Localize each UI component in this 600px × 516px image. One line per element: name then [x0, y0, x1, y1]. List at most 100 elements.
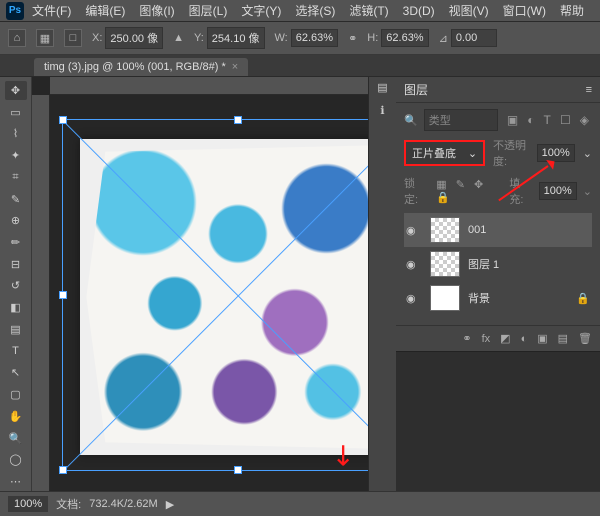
close-tab-icon[interactable]: ×	[232, 61, 238, 73]
stamp-tool-icon[interactable]: ⊟	[5, 255, 27, 274]
anchor-grid-icon[interactable]: ▦	[36, 29, 54, 47]
shape-tool-icon[interactable]: ▢	[5, 385, 27, 404]
layer-mask-icon[interactable]: ◩	[500, 332, 510, 345]
adjustment-layer-icon[interactable]: ◐	[521, 333, 528, 345]
layers-panel-footer: ⚭ fx ◩ ◐ ▣ ▤ 🗑	[396, 325, 600, 351]
brush-tool-icon[interactable]: ✏	[5, 233, 27, 252]
heal-tool-icon[interactable]: ⊕	[5, 211, 27, 230]
filter-pixel-icon[interactable]: ▣	[504, 113, 521, 127]
visibility-icon[interactable]: ◉	[406, 292, 422, 305]
wand-tool-icon[interactable]: ✦	[5, 146, 27, 165]
lock-all-icon[interactable]: 🔒	[433, 192, 453, 204]
visibility-icon[interactable]: ◉	[406, 258, 422, 271]
more-tool-icon[interactable]: ⋯	[5, 472, 27, 491]
layer-name[interactable]: 图层 1	[468, 256, 499, 272]
lock-transparent-icon[interactable]: ▦	[433, 179, 449, 191]
transform-handle-ml[interactable]	[59, 291, 67, 299]
w-value[interactable]: 62.63%	[291, 29, 338, 47]
panel-menu-icon[interactable]: ≡	[586, 84, 592, 96]
chevron-down-icon: ⌄	[468, 147, 477, 160]
h-label: H:	[367, 32, 378, 44]
menu-window[interactable]: 窗口(W)	[497, 0, 552, 21]
chevron-down-icon[interactable]: ⌄	[583, 147, 592, 160]
x-value[interactable]: 250.00 像	[105, 27, 163, 49]
y-label: Y:	[194, 32, 204, 44]
crop-tool-icon[interactable]: ⌗	[5, 168, 27, 187]
zoom-tool-icon[interactable]: 🔍	[5, 429, 27, 448]
link-xy-icon[interactable]: ▲	[173, 32, 184, 44]
marquee-tool-icon[interactable]: ▭	[5, 103, 27, 122]
document-tab[interactable]: timg (3).jpg @ 100% (001, RGB/8#) * ×	[34, 58, 248, 76]
gradient-tool-icon[interactable]: ▤	[5, 320, 27, 339]
delete-layer-icon[interactable]: 🗑	[578, 332, 592, 345]
field-angle: ⊿ 0.00	[439, 29, 497, 47]
relative-icon[interactable]: □	[64, 29, 82, 47]
status-arrow-icon[interactable]: ▶	[166, 498, 174, 511]
group-layers-icon[interactable]: ▣	[537, 332, 547, 345]
info-panel-icon[interactable]: ℹ	[380, 104, 384, 117]
layer-row[interactable]: ◉ 图层 1	[404, 247, 592, 281]
app-logo: Ps	[6, 2, 24, 20]
zoom-level[interactable]: 100%	[8, 496, 48, 512]
filter-type-icon[interactable]: T	[541, 113, 554, 127]
menu-help[interactable]: 帮助	[554, 0, 590, 21]
options-bar: ⌂ ▦ □ X: 250.00 像 ▲ Y: 254.10 像 W: 62.63…	[0, 22, 600, 55]
link-layers-icon[interactable]: ⚭	[462, 332, 471, 345]
menu-edit[interactable]: 编辑(E)	[79, 0, 131, 21]
angle-value[interactable]: 0.00	[451, 29, 497, 47]
hand-tool-icon[interactable]: ✋	[5, 407, 27, 426]
menu-3d[interactable]: 3D(D)	[397, 2, 441, 20]
color-panel-icon[interactable]: ▤	[377, 81, 387, 94]
layer-styles-icon[interactable]: fx	[482, 333, 491, 345]
h-value[interactable]: 62.63%	[381, 29, 428, 47]
path-tool-icon[interactable]: ↖	[5, 364, 27, 383]
link-wh-icon[interactable]: ⚭	[348, 32, 357, 45]
history-brush-tool-icon[interactable]: ↺	[5, 277, 27, 296]
transform-handle-bl[interactable]	[59, 466, 67, 474]
layer-row[interactable]: ◉ 背景 🔒	[404, 281, 592, 315]
menu-filter[interactable]: 滤镜(T)	[343, 0, 394, 21]
lock-icon: 🔒	[576, 292, 590, 305]
eyedropper-tool-icon[interactable]: ✎	[5, 190, 27, 209]
layer-thumbnail[interactable]	[430, 285, 460, 311]
menu-select[interactable]: 选择(S)	[289, 0, 341, 21]
w-label: W:	[275, 32, 288, 44]
lasso-tool-icon[interactable]: ⌇	[5, 124, 27, 143]
fill-value[interactable]: 100%	[539, 182, 577, 200]
blend-mode-value: 正片叠底	[412, 145, 456, 161]
transform-handle-tl[interactable]	[59, 116, 67, 124]
filter-smart-icon[interactable]: ◈	[577, 113, 592, 127]
angle-icon: ⊿	[439, 32, 448, 45]
canvas-area[interactable]: ↘	[32, 77, 395, 491]
type-tool-icon[interactable]: T	[5, 342, 27, 361]
transform-bounding-box[interactable]	[62, 119, 395, 471]
menu-view[interactable]: 视图(V)	[443, 0, 495, 21]
menu-layer[interactable]: 图层(L)	[183, 0, 234, 21]
layer-name[interactable]: 001	[468, 224, 486, 236]
layer-filter-type[interactable]: 类型	[424, 109, 498, 131]
menu-file[interactable]: 文件(F)	[26, 0, 77, 21]
layer-row[interactable]: ◉ 001	[404, 213, 592, 247]
visibility-icon[interactable]: ◉	[406, 224, 422, 237]
home-icon[interactable]: ⌂	[8, 29, 26, 47]
blend-mode-select[interactable]: 正片叠底 ⌄	[404, 140, 485, 166]
ellipse-tool-icon[interactable]: ◯	[5, 450, 27, 469]
layers-panel-title[interactable]: 图层	[404, 81, 428, 98]
lock-pixels-icon[interactable]: ✎	[453, 179, 468, 191]
eraser-tool-icon[interactable]: ◧	[5, 298, 27, 317]
layer-thumbnail[interactable]	[430, 251, 460, 277]
layer-name[interactable]: 背景	[468, 290, 490, 306]
layer-thumbnail[interactable]	[430, 217, 460, 243]
menu-type[interactable]: 文字(Y)	[235, 0, 287, 21]
lock-position-icon[interactable]: ✥	[471, 179, 486, 191]
chevron-down-icon[interactable]: ⌄	[583, 185, 592, 198]
status-bar: 100% 文档: 732.4K/2.62M ▶	[0, 491, 600, 516]
transform-handle-bm[interactable]	[234, 466, 242, 474]
menu-image[interactable]: 图像(I)	[133, 0, 180, 21]
move-tool-icon[interactable]: ✥	[5, 81, 27, 100]
filter-shape-icon[interactable]: ☐	[557, 113, 574, 127]
transform-handle-tm[interactable]	[234, 116, 242, 124]
new-layer-icon[interactable]: ▤	[558, 332, 568, 345]
y-value[interactable]: 254.10 像	[207, 27, 265, 49]
filter-adjust-icon[interactable]: ◐	[524, 113, 537, 127]
